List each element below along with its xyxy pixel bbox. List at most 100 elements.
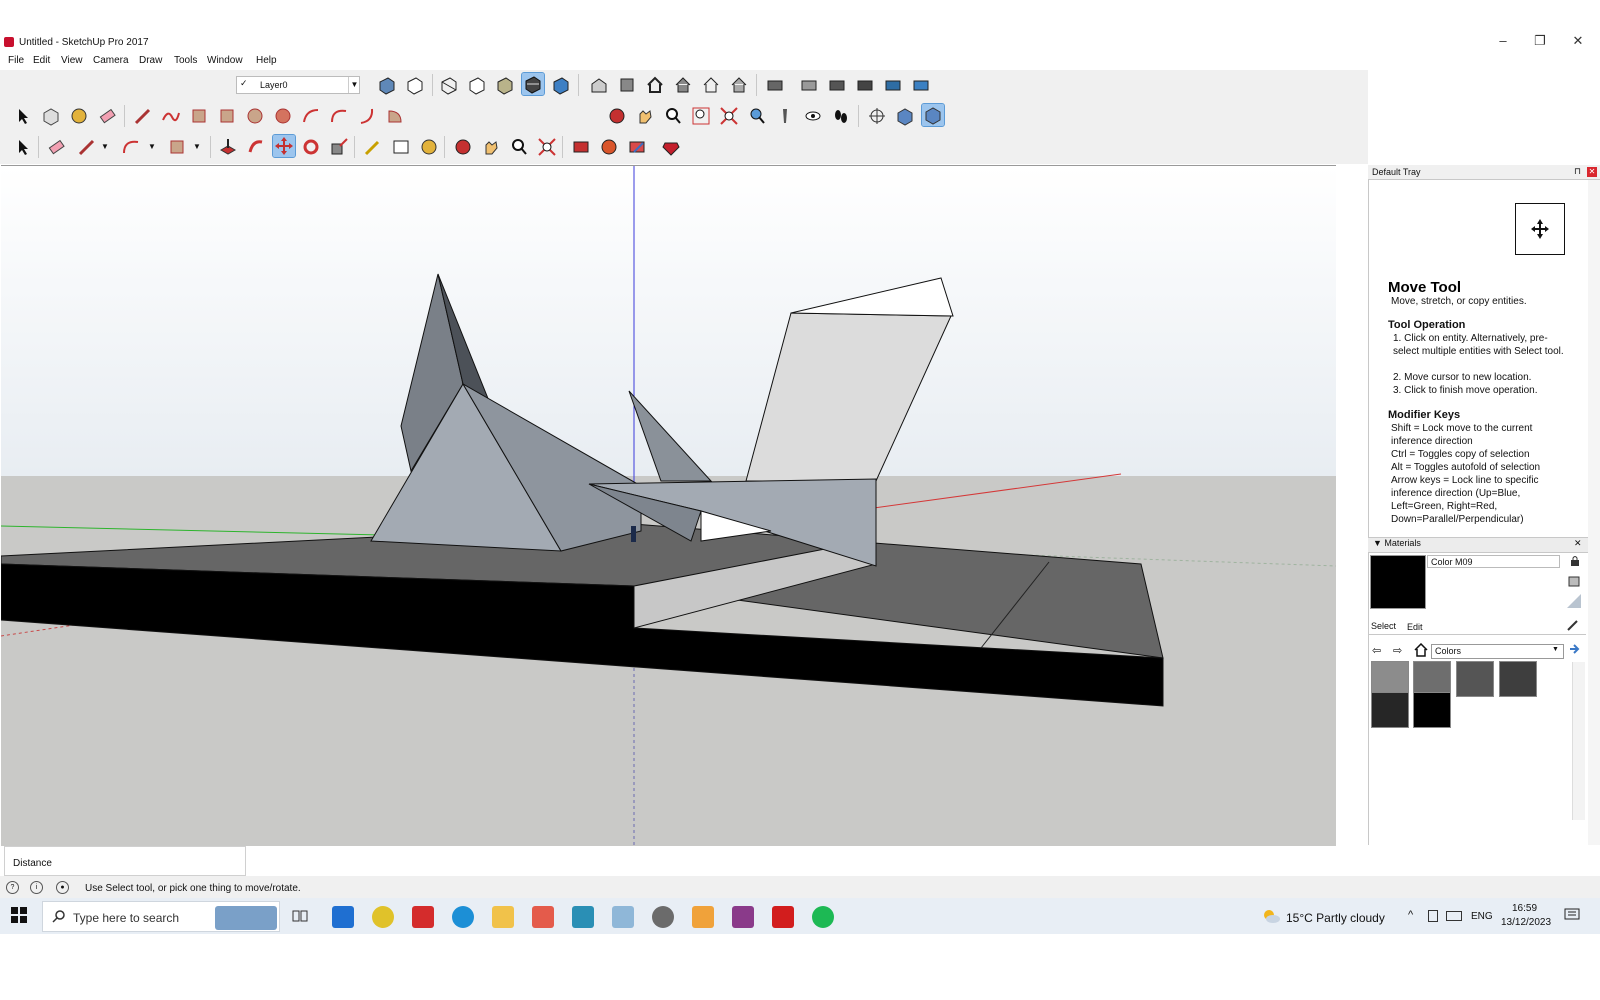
two-point-arc-icon[interactable]	[328, 105, 350, 127]
sketchup-taskbar-icon[interactable]	[412, 906, 434, 928]
text-tool-icon[interactable]	[390, 136, 412, 158]
paint-icon[interactable]	[418, 136, 440, 158]
weather-partly-cloudy-icon[interactable]	[1262, 908, 1280, 924]
front-view-icon[interactable]	[644, 74, 666, 96]
windows-start-icon[interactable]	[11, 907, 27, 923]
sample-paint-icon[interactable]	[1566, 618, 1580, 632]
material-name-field[interactable]: Color M09	[1427, 555, 1560, 568]
axes-icon[interactable]	[866, 105, 888, 127]
previous-view-icon[interactable]	[746, 105, 768, 127]
share-model-icon[interactable]	[626, 136, 648, 158]
ruby-console-icon[interactable]	[660, 136, 682, 158]
arc-icon[interactable]	[120, 136, 142, 158]
back-view-icon[interactable]	[700, 74, 722, 96]
chevron-down-icon[interactable]: ▼	[193, 142, 201, 151]
credits-icon[interactable]: i	[30, 881, 43, 894]
swatch-scrollbar[interactable]	[1572, 662, 1585, 820]
section-plane-tool-icon[interactable]	[921, 103, 945, 127]
close-icon[interactable]: ✕	[1574, 538, 1582, 549]
weather-text[interactable]: 15°C Partly cloudy	[1286, 911, 1385, 925]
eraser-icon[interactable]	[96, 105, 118, 127]
lock-icon[interactable]	[1569, 555, 1581, 567]
zoom-icon[interactable]	[662, 105, 684, 127]
chevron-down-icon[interactable]: ▼	[1552, 646, 1559, 653]
color-swatch[interactable]	[1413, 692, 1451, 728]
pencil-icon[interactable]	[76, 136, 98, 158]
shapes-icon[interactable]	[166, 136, 188, 158]
material-library-dropdown[interactable]: Colors	[1431, 644, 1564, 659]
battery-icon[interactable]	[1428, 910, 1438, 922]
menu-draw[interactable]: Draw	[139, 55, 162, 66]
restore-button[interactable]: ❐	[1525, 32, 1555, 52]
shaded-icon[interactable]	[494, 74, 516, 96]
position-camera-icon[interactable]	[774, 105, 796, 127]
clock-time[interactable]: 16:59	[1512, 903, 1537, 914]
paint-bucket-icon[interactable]	[68, 105, 90, 127]
chevron-up-icon[interactable]: ^	[1408, 909, 1413, 921]
orbit-icon[interactable]	[606, 105, 628, 127]
create-material-icon[interactable]	[1567, 574, 1581, 588]
spotify-icon[interactable]	[812, 906, 834, 928]
tape-measure-icon[interactable]	[362, 136, 384, 158]
rotated-rectangle-icon[interactable]	[216, 105, 238, 127]
chevron-down-icon[interactable]: ▼	[101, 142, 109, 151]
menu-window[interactable]: Window	[207, 55, 243, 66]
walk-icon[interactable]	[830, 105, 852, 127]
chevron-down-icon[interactable]: ▼	[348, 77, 360, 93]
section-fill-icon[interactable]	[854, 74, 876, 96]
arc-tool-icon[interactable]	[300, 105, 322, 127]
freehand-icon[interactable]	[160, 105, 182, 127]
home-icon[interactable]	[1414, 642, 1428, 657]
scale-icon[interactable]	[328, 136, 350, 158]
language-indicator[interactable]: ENG	[1471, 911, 1493, 922]
move-tool-icon[interactable]	[272, 134, 296, 158]
geo-location-icon[interactable]: ?	[6, 881, 19, 894]
wireframe-icon[interactable]	[438, 74, 460, 96]
minimize-button[interactable]: –	[1488, 32, 1518, 52]
menu-tools[interactable]: Tools	[174, 55, 197, 66]
tab-select[interactable]: Select	[1371, 621, 1396, 631]
pan-hand-icon[interactable]	[634, 105, 656, 127]
section-cuts-icon[interactable]	[826, 74, 848, 96]
zoom-window-icon[interactable]	[690, 105, 712, 127]
rotate-icon[interactable]	[300, 136, 322, 158]
zoom-tool-icon[interactable]	[508, 136, 530, 158]
menu-help[interactable]: Help	[256, 55, 277, 66]
top-view-icon[interactable]	[616, 74, 638, 96]
make-component-icon[interactable]	[40, 105, 62, 127]
xray-style-icon[interactable]	[376, 74, 398, 96]
menu-file[interactable]: File	[8, 55, 24, 66]
follow-me-icon[interactable]	[245, 136, 267, 158]
settings-gear-icon[interactable]	[652, 906, 674, 928]
edge-app-icon[interactable]	[452, 906, 474, 928]
extension-warehouse-icon[interactable]	[598, 136, 620, 158]
zoom-extents-icon[interactable]	[718, 105, 740, 127]
popcorn-app-icon[interactable]	[532, 906, 554, 928]
close-icon[interactable]: ✕	[1587, 167, 1597, 177]
menu-camera[interactable]: Camera	[93, 55, 129, 66]
mail-app-icon[interactable]	[332, 906, 354, 928]
select-arrow-icon[interactable]	[12, 105, 34, 127]
details-arrow-icon[interactable]	[1569, 643, 1581, 655]
media-player-icon[interactable]	[692, 906, 714, 928]
select-tool-icon[interactable]	[12, 136, 34, 158]
acrobat-icon[interactable]	[772, 906, 794, 928]
iso-view-icon[interactable]	[588, 74, 610, 96]
zoom-extents-tool-icon[interactable]	[536, 136, 558, 158]
notification-icon[interactable]	[1564, 908, 1580, 922]
file-explorer-icon[interactable]	[492, 906, 514, 928]
default-material-icon[interactable]	[1567, 594, 1581, 608]
push-pull-icon[interactable]	[217, 136, 239, 158]
paint-app-icon[interactable]	[612, 906, 634, 928]
rectangle-tool-icon[interactable]	[188, 105, 210, 127]
task-view-icon[interactable]	[292, 908, 308, 924]
current-material-swatch[interactable]	[1370, 555, 1426, 609]
look-around-icon[interactable]	[802, 105, 824, 127]
warehouse-icon[interactable]	[570, 136, 592, 158]
left-view-icon[interactable]	[728, 74, 750, 96]
chevron-down-icon[interactable]: ▼	[148, 142, 156, 151]
right-view-icon[interactable]	[672, 74, 694, 96]
pan-tool-icon[interactable]	[480, 136, 502, 158]
forward-arrow-icon[interactable]: ⇨	[1393, 644, 1402, 657]
section-toggle-icon[interactable]	[910, 74, 932, 96]
